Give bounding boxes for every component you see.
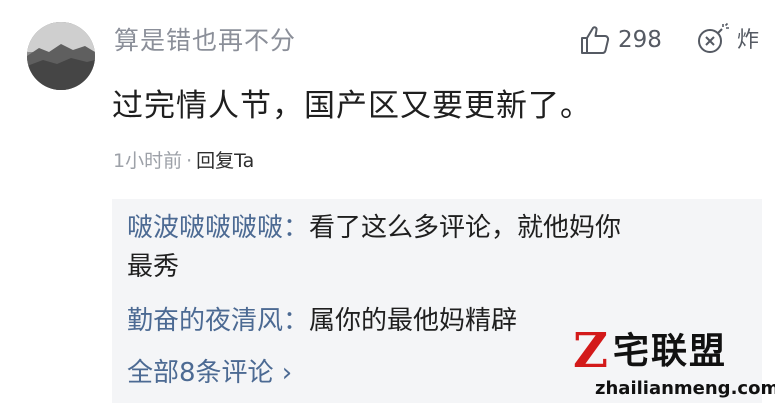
comment-meta: 1小时前 · 回复Ta: [113, 146, 254, 173]
watermark-title: 宅联盟: [613, 331, 728, 372]
avatar-image: [27, 22, 95, 90]
reply-item: 啵波啵啵啵啵：看了这么多评论，就他妈你: [127, 210, 621, 246]
view-all-replies-link[interactable]: 全部8条评论 ›: [127, 352, 292, 389]
reply-text: 看了这么多评论，就他妈你: [309, 213, 622, 243]
like-count: 298: [618, 27, 662, 53]
watermark-z: Z: [573, 323, 609, 379]
bomb-label: 炸: [737, 28, 760, 53]
username[interactable]: 算是错也再不分: [114, 21, 296, 57]
bomb-icon: [698, 22, 729, 53]
reply-button[interactable]: 回复Ta: [196, 150, 254, 172]
avatar[interactable]: [27, 22, 95, 90]
reply-item-continued: 最秀: [127, 249, 179, 285]
meta-separator: ·: [186, 150, 193, 172]
reply-colon: ：: [283, 306, 310, 336]
watermark-logo: Z 宅联盟 zhailianmeng.com: [573, 323, 775, 406]
comment-time: 1小时前: [113, 150, 183, 172]
bomb-button[interactable]: 炸: [695, 18, 759, 58]
reply-text: 最秀: [127, 252, 180, 282]
reply-colon: ：: [283, 213, 310, 243]
like-button[interactable]: 298: [579, 22, 662, 58]
comment-card: 算是错也再不分 298 炸 过完情人节，国产区又要更新了。 1小时前 · 回复Ta …: [0, 0, 775, 407]
reply-item: 勤奋的夜清风：属你的最他妈精辟: [127, 303, 517, 339]
watermark-url: zhailianmeng.com: [595, 378, 775, 399]
reply-author[interactable]: 啵波啵啵啵啵: [127, 213, 283, 243]
reply-author[interactable]: 勤奋的夜清风: [127, 306, 283, 336]
reply-text: 属你的最他妈精辟: [309, 306, 518, 336]
thumbs-up-icon: [581, 26, 610, 54]
comment-text: 过完情人节，国产区又要更新了。: [112, 88, 592, 124]
